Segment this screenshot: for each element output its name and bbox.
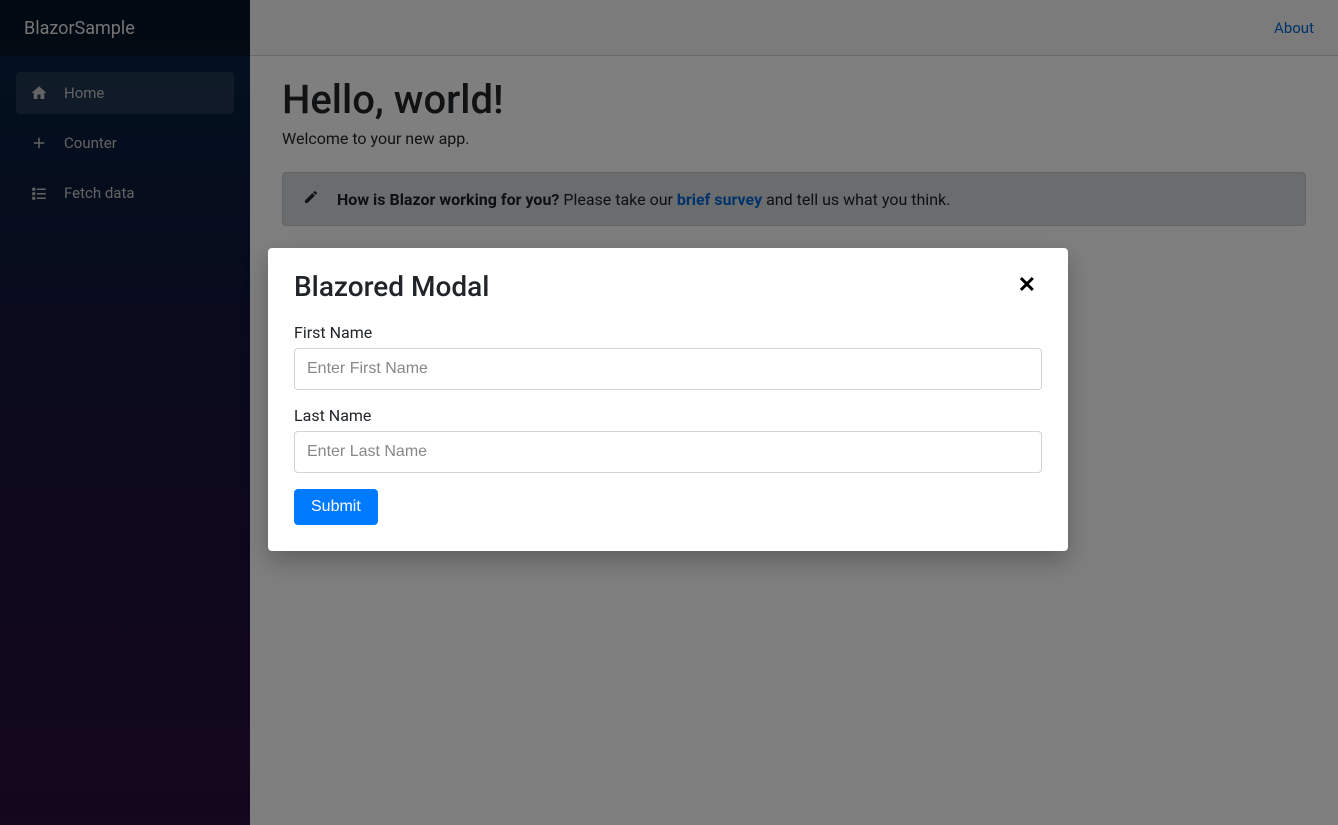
close-button[interactable]: ✕ bbox=[1012, 270, 1042, 300]
close-icon: ✕ bbox=[1018, 272, 1036, 297]
modal-header: Blazored Modal ✕ bbox=[268, 248, 1068, 315]
submit-button[interactable]: Submit bbox=[294, 489, 378, 525]
first-name-input[interactable] bbox=[294, 348, 1042, 390]
last-name-input[interactable] bbox=[294, 431, 1042, 473]
modal-body: First Name Last Name Submit bbox=[268, 315, 1068, 551]
first-name-label: First Name bbox=[294, 323, 1042, 342]
modal-dialog: Blazored Modal ✕ First Name Last Name Su… bbox=[268, 248, 1068, 551]
last-name-label: Last Name bbox=[294, 406, 1042, 425]
first-name-group: First Name bbox=[294, 323, 1042, 390]
modal-title: Blazored Modal bbox=[294, 270, 489, 303]
last-name-group: Last Name bbox=[294, 406, 1042, 473]
